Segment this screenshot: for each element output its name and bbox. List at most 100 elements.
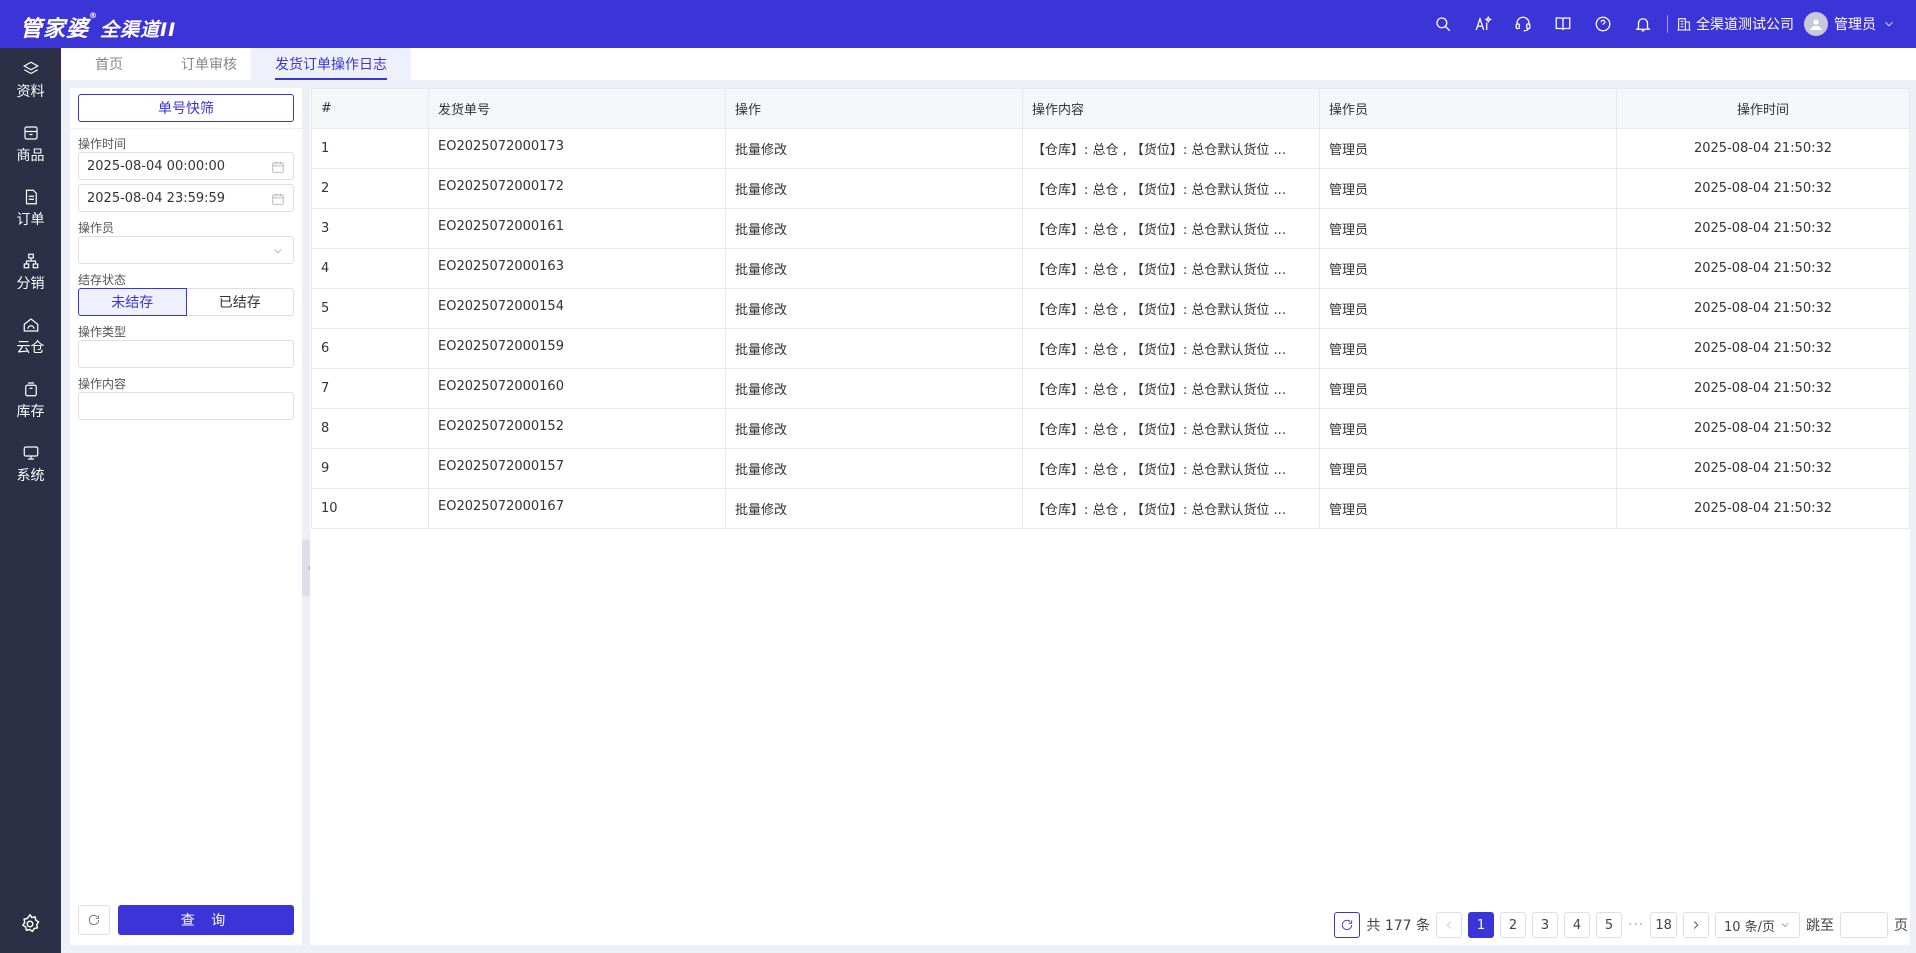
- refresh-button[interactable]: [1334, 912, 1361, 938]
- end-time-value: 2025-08-04 23:59:59: [87, 190, 226, 206]
- table-row[interactable]: 5 EO2025072000154 批量修改 【仓库】: 总仓 , 【货位】: 总仓默…: [311, 288, 1910, 329]
- sidebar-item-data[interactable]: 资料: [0, 52, 61, 108]
- customer-service-icon[interactable]: [1503, 0, 1543, 48]
- app-logo: 管家婆®全渠道II: [20, 11, 177, 42]
- stack-icon: [24, 381, 37, 396]
- query-button[interactable]: 查 询: [118, 905, 294, 935]
- tab-shipping-order-log[interactable]: 发货订单操作日志: [251, 48, 411, 80]
- content-label: 操作内容: [78, 377, 127, 391]
- cell-operation: 批量修改: [725, 448, 1023, 489]
- search-icon[interactable]: [1423, 0, 1463, 48]
- gear-icon[interactable]: [19, 913, 41, 935]
- column-header-operation[interactable]: 操作: [725, 88, 1023, 129]
- end-time-field[interactable]: 2025-08-04 23:59:59: [78, 184, 294, 212]
- next-page-button[interactable]: [1682, 912, 1709, 938]
- column-header-time[interactable]: 操作时间: [1616, 88, 1910, 129]
- prev-page-button[interactable]: [1436, 912, 1463, 938]
- cell-operator: 管理员: [1319, 248, 1617, 289]
- cell-operation: 批量修改: [725, 168, 1023, 209]
- cell-operation: 批量修改: [725, 328, 1023, 369]
- cell-order-no: EO2025072000163: [428, 248, 726, 289]
- page-button[interactable]: 4: [1564, 912, 1591, 938]
- tab-home[interactable]: 首页: [61, 48, 157, 80]
- ai-icon[interactable]: [1463, 0, 1503, 48]
- cell-order-no: EO2025072000154: [428, 288, 726, 329]
- tab-order-review[interactable]: 订单审核: [157, 48, 261, 80]
- page-button[interactable]: 3: [1532, 912, 1559, 938]
- table-row[interactable]: 9 EO2025072000157 批量修改 【仓库】: 总仓 , 【货位】: 总仓默…: [311, 448, 1910, 489]
- page-button[interactable]: 1: [1468, 912, 1495, 938]
- column-header-operator[interactable]: 操作员: [1319, 88, 1617, 129]
- cell-time: 2025-08-04 21:50:32: [1616, 448, 1910, 489]
- cell-time: 2025-08-04 21:50:32: [1616, 328, 1910, 369]
- reset-button[interactable]: [78, 905, 110, 935]
- box-icon: [23, 125, 38, 140]
- column-header-order-no[interactable]: 发货单号: [428, 88, 726, 129]
- company-name: 全渠道测试公司: [1696, 17, 1794, 33]
- operator-select[interactable]: [78, 236, 294, 264]
- cell-index: 3: [311, 208, 429, 249]
- refresh-icon: [88, 914, 100, 926]
- top-right-tools: 全渠道测试公司 管理员: [1423, 0, 1896, 48]
- sidebar-item-label: 库存: [16, 403, 45, 420]
- cell-content: 【仓库】: 总仓 , 【货位】: 总仓默认货位 ...: [1022, 488, 1320, 529]
- user-menu[interactable]: 管理员: [1804, 12, 1896, 36]
- status-unsettled-option[interactable]: 未结存: [78, 288, 187, 316]
- column-header-content[interactable]: 操作内容: [1022, 88, 1320, 129]
- cell-time: 2025-08-04 21:50:32: [1616, 128, 1910, 169]
- quick-filter-button[interactable]: 单号快筛: [78, 94, 294, 122]
- network-icon: [23, 253, 38, 268]
- sidebar-item-cloud-warehouse[interactable]: 云仓: [0, 308, 61, 364]
- table-row[interactable]: 8 EO2025072000152 批量修改 【仓库】: 总仓 , 【货位】: 总仓默…: [311, 408, 1910, 449]
- page-ellipsis[interactable]: ···: [1628, 917, 1644, 933]
- tab-bar: 首页 订单审核 发货订单操作日志: [61, 48, 1916, 80]
- cell-index: 2: [311, 168, 429, 209]
- book-icon[interactable]: [1543, 0, 1583, 48]
- table-row[interactable]: 10 EO2025072000167 批量修改 【仓库】: 总仓 , 【货位】: 总仓…: [311, 488, 1910, 529]
- sidebar-item-label: 商品: [16, 147, 45, 164]
- table-row[interactable]: 2 EO2025072000172 批量修改 【仓库】: 总仓 , 【货位】: 总仓默…: [311, 168, 1910, 209]
- cell-content: 【仓库】: 总仓 , 【货位】: 总仓默认货位 ...: [1022, 288, 1320, 329]
- table-row[interactable]: 7 EO2025072000160 批量修改 【仓库】: 总仓 , 【货位】: 总仓默…: [311, 368, 1910, 409]
- table-row[interactable]: 1 EO2025072000173 批量修改 【仓库】: 总仓 , 【货位】: 总仓默…: [311, 128, 1910, 169]
- page-size-value: 10 条/页: [1723, 919, 1775, 935]
- column-header-index[interactable]: #: [311, 88, 429, 129]
- page-button[interactable]: 5: [1596, 912, 1623, 938]
- table-body: 1 EO2025072000173 批量修改 【仓库】: 总仓 , 【货位】: 总仓默…: [311, 128, 1910, 529]
- operation-content-field[interactable]: [78, 392, 294, 420]
- pagination: 共 177 条 1 2 3 4 5 ··· 18 10 条/页 跳至 页: [1334, 911, 1908, 939]
- help-icon[interactable]: [1583, 0, 1623, 48]
- cell-time: 2025-08-04 21:50:32: [1616, 368, 1910, 409]
- table-row[interactable]: 3 EO2025072000161 批量修改 【仓库】: 总仓 , 【货位】: 总仓默…: [311, 208, 1910, 249]
- logo-sub: 全渠道II: [100, 19, 177, 41]
- bell-icon[interactable]: [1623, 0, 1663, 48]
- table-row[interactable]: 4 EO2025072000163 批量修改 【仓库】: 总仓 , 【货位】: 总仓默…: [311, 248, 1910, 289]
- page-button[interactable]: 18: [1650, 912, 1677, 938]
- operator-label: 操作员: [78, 221, 115, 235]
- page-button[interactable]: 2: [1500, 912, 1527, 938]
- start-time-field[interactable]: 2025-08-04 00:00:00: [78, 152, 294, 180]
- sidebar-item-distribution[interactable]: 分销: [0, 244, 61, 300]
- cell-operator: 管理员: [1319, 208, 1617, 249]
- monitor-icon: [23, 445, 38, 460]
- cell-index: 5: [311, 288, 429, 329]
- company-switcher[interactable]: 全渠道测试公司: [1676, 14, 1794, 34]
- cell-time: 2025-08-04 21:50:32: [1616, 288, 1910, 329]
- jump-page-input[interactable]: [1840, 912, 1888, 938]
- sidebar-item-label: 订单: [16, 211, 45, 228]
- cell-operation: 批量修改: [725, 488, 1023, 529]
- chevron-down-icon: [274, 248, 282, 254]
- sidebar-item-goods[interactable]: 商品: [0, 116, 61, 172]
- status-settled-option[interactable]: 已结存: [186, 288, 294, 316]
- cell-index: 1: [311, 128, 429, 169]
- cell-operator: 管理员: [1319, 368, 1617, 409]
- chevron-down-icon: [1781, 923, 1789, 928]
- page-size-select[interactable]: 10 条/页: [1714, 912, 1800, 938]
- operation-type-field[interactable]: [78, 340, 294, 368]
- sidebar-item-system[interactable]: 系统: [0, 436, 61, 492]
- refresh-icon: [1342, 919, 1353, 931]
- table-row[interactable]: 6 EO2025072000159 批量修改 【仓库】: 总仓 , 【货位】: 总仓默…: [311, 328, 1910, 369]
- sidebar-item-orders[interactable]: 订单: [0, 180, 61, 236]
- sidebar-item-inventory[interactable]: 库存: [0, 372, 61, 428]
- cell-index: 4: [311, 248, 429, 289]
